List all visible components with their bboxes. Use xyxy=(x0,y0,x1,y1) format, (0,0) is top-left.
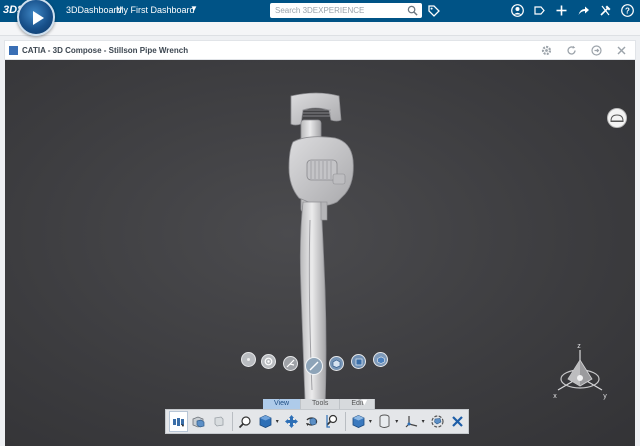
tab-view[interactable]: View xyxy=(263,399,302,409)
dashboard-subbar xyxy=(0,22,640,36)
action-bar: ▾ ▾ ▾ ▾ xyxy=(165,409,469,434)
share-arrow-icon[interactable] xyxy=(577,4,590,17)
helmet-icon xyxy=(610,114,624,122)
compass-toggle-button[interactable] xyxy=(607,108,627,128)
view-cube-icon[interactable] xyxy=(373,352,388,367)
user-icon[interactable] xyxy=(511,4,524,17)
toolbar-separator xyxy=(231,412,233,431)
toolbar-separator xyxy=(344,412,346,431)
app-root: 3DS 3DDashboard My First Dashboard ▼ Sea… xyxy=(0,0,640,446)
section-dropdown[interactable]: ▾ xyxy=(395,418,400,425)
pipe-wrench-model[interactable] xyxy=(277,90,367,430)
3d-viewport[interactable]: z x y xyxy=(5,60,635,446)
section-icon[interactable] xyxy=(375,411,394,432)
tab-tools[interactable]: Tools xyxy=(301,399,341,409)
tools-icon[interactable] xyxy=(599,4,612,17)
view-mode-dropdown[interactable]: ▾ xyxy=(276,418,281,425)
box-icon[interactable] xyxy=(351,354,366,369)
zoom-select-icon[interactable] xyxy=(322,411,341,432)
chevron-down-icon[interactable]: ▼ xyxy=(360,397,372,407)
chevron-down-icon[interactable]: ▼ xyxy=(190,4,198,13)
cube-icon[interactable] xyxy=(329,356,344,371)
brand-label[interactable]: 3DDashboard xyxy=(66,5,122,15)
help-icon[interactable]: ? xyxy=(621,4,634,17)
compass-dropdown[interactable]: ▾ xyxy=(422,418,427,425)
close-icon[interactable] xyxy=(448,411,467,432)
render-style-icon[interactable] xyxy=(349,411,368,432)
zoom-icon[interactable] xyxy=(283,356,298,371)
close-icon[interactable] xyxy=(616,45,627,56)
compass-label-x: x xyxy=(553,393,557,400)
search-icon[interactable] xyxy=(407,5,418,16)
share-icon[interactable] xyxy=(533,4,546,17)
maximize-icon[interactable] xyxy=(591,45,602,56)
isolate-icon[interactable] xyxy=(189,411,208,432)
search-input[interactable] xyxy=(270,3,422,18)
3d-compass[interactable]: z x y xyxy=(545,342,615,402)
render-style-dropdown[interactable]: ▾ xyxy=(369,418,374,425)
measure-icon[interactable] xyxy=(305,357,323,375)
compass-label-y: y xyxy=(603,393,607,400)
pan-icon[interactable] xyxy=(241,352,256,367)
pan-icon[interactable] xyxy=(282,411,301,432)
catia-app-icon xyxy=(9,46,18,55)
play-icon xyxy=(33,11,44,25)
settings-icon[interactable] xyxy=(541,45,552,56)
rotate-icon[interactable] xyxy=(261,354,276,369)
widget-header: CATIA - 3D Compose - Stillson Pipe Wrenc… xyxy=(4,40,636,60)
animate-icon[interactable] xyxy=(428,411,447,432)
action-bar-tabs: View Tools Edit xyxy=(263,399,376,409)
hide-icon[interactable] xyxy=(209,411,228,432)
widget-title: CATIA - 3D Compose - Stillson Pipe Wrenc… xyxy=(22,46,189,55)
top-bar: 3DS 3DDashboard My First Dashboard ▼ Sea… xyxy=(0,0,640,36)
plus-icon[interactable] xyxy=(555,4,568,17)
zoom-area-icon[interactable] xyxy=(236,411,255,432)
rotate-icon[interactable] xyxy=(302,411,321,432)
fit-all-icon[interactable] xyxy=(169,411,189,432)
top-icons: ? xyxy=(511,4,634,17)
tag-icon[interactable] xyxy=(428,5,440,17)
compass-icon[interactable] xyxy=(402,411,421,432)
dashboard-title[interactable]: My First Dashboard xyxy=(116,5,195,15)
refresh-icon[interactable] xyxy=(566,45,577,56)
widget-header-icons xyxy=(541,45,627,56)
svg-text:?: ? xyxy=(625,7,630,16)
compass-label-z: z xyxy=(577,343,581,350)
robot-toolbar xyxy=(237,350,397,375)
view-mode-icon[interactable] xyxy=(256,411,275,432)
